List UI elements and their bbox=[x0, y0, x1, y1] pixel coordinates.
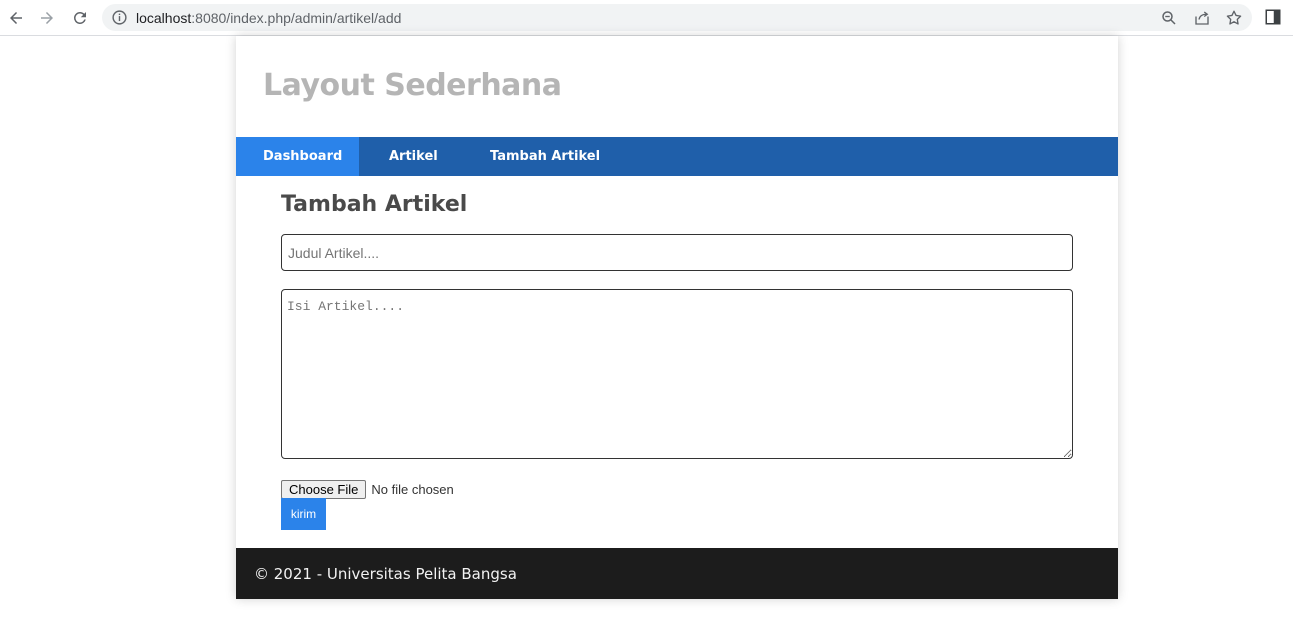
choose-file-button[interactable]: Choose File bbox=[281, 479, 367, 499]
nav-item-tambah-artikel[interactable]: Tambah Artikel bbox=[459, 137, 629, 176]
url-path: :8080/index.php/admin/artikel/add bbox=[191, 10, 402, 26]
page-title: Tambah Artikel bbox=[281, 192, 468, 217]
site-title: Layout Sederhana bbox=[263, 68, 562, 103]
nav-item-dashboard[interactable]: Dashboard bbox=[236, 137, 359, 176]
file-input: Choose File No file chosen bbox=[281, 479, 454, 499]
url-text[interactable]: localhost:8080/index.php/admin/artikel/a… bbox=[136, 10, 401, 26]
zoom-icon[interactable] bbox=[1160, 9, 1178, 27]
address-bar[interactable]: localhost:8080/index.php/admin/artikel/a… bbox=[102, 4, 1252, 31]
forward-icon[interactable] bbox=[35, 6, 59, 30]
url-host: localhost bbox=[136, 10, 192, 26]
isi-artikel-textarea[interactable] bbox=[281, 289, 1073, 459]
kirim-button[interactable]: kirim bbox=[281, 498, 326, 530]
footer-text: © 2021 - Universitas Pelita Bangsa bbox=[254, 564, 517, 583]
site-footer: © 2021 - Universitas Pelita Bangsa bbox=[236, 548, 1118, 599]
main-nav: Dashboard Artikel Tambah Artikel bbox=[236, 137, 1118, 176]
file-status-text: No file chosen bbox=[371, 481, 454, 497]
info-icon[interactable] bbox=[111, 9, 128, 26]
nav-item-artikel[interactable]: Artikel bbox=[359, 137, 459, 176]
page-container: Layout Sederhana Dashboard Artikel Tamba… bbox=[236, 36, 1118, 599]
back-icon[interactable] bbox=[4, 6, 28, 30]
side-panel-icon[interactable] bbox=[1264, 8, 1282, 26]
browser-toolbar: localhost:8080/index.php/admin/artikel/a… bbox=[0, 0, 1293, 36]
site-header: Layout Sederhana bbox=[236, 36, 1118, 137]
reload-icon[interactable] bbox=[68, 6, 92, 30]
share-icon[interactable] bbox=[1193, 9, 1211, 27]
judul-artikel-input[interactable] bbox=[281, 234, 1073, 271]
bookmark-star-icon[interactable] bbox=[1225, 9, 1243, 27]
